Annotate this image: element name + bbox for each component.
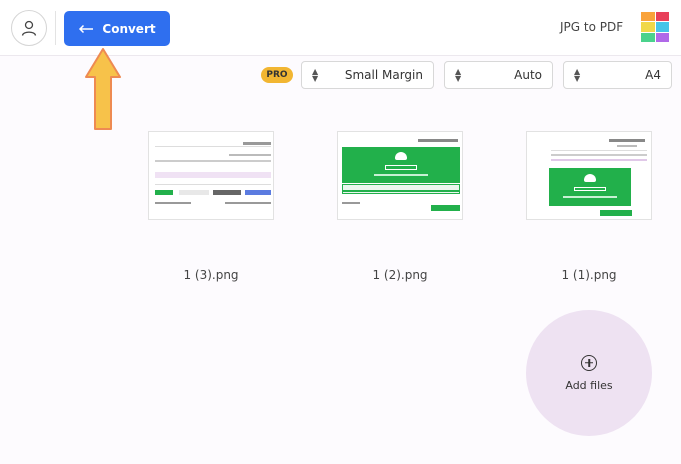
convert-button[interactable]: Convert (64, 11, 170, 46)
orientation-select[interactable]: ▲ ▼ Auto (444, 61, 553, 89)
app-title: JPG to PDF (560, 20, 624, 34)
margin-select-value: Small Margin (344, 68, 423, 82)
file-name: 1 (3).png (183, 268, 239, 282)
annotation-arrow-up-icon (85, 48, 121, 130)
convert-button-label: Convert (102, 21, 156, 36)
header-divider (55, 11, 56, 45)
plus-circle-icon (581, 354, 597, 371)
file-name: 1 (1).png (561, 268, 617, 282)
select-arrows-icon: ▲ ▼ (455, 67, 462, 83)
margin-select[interactable]: ▲ ▼ Small Margin (301, 61, 434, 89)
page-size-select-value: A4 (645, 68, 661, 82)
file-thumbnail (148, 131, 274, 220)
pro-badge: PRO (261, 67, 293, 83)
add-files-button[interactable]: Add files (526, 310, 652, 436)
user-icon (21, 20, 37, 36)
arrow-left-icon (79, 24, 94, 33)
file-card[interactable] (337, 131, 463, 220)
file-thumbnail (526, 131, 652, 220)
select-arrows-icon: ▲ ▼ (574, 67, 581, 83)
file-thumbnail (337, 131, 463, 220)
orientation-select-value: Auto (514, 68, 542, 82)
file-name: 1 (2).png (372, 268, 428, 282)
page-size-select[interactable]: ▲ ▼ A4 (563, 61, 672, 89)
app-logo-icon (641, 12, 669, 42)
file-card[interactable] (526, 131, 652, 220)
file-card[interactable] (148, 131, 274, 220)
add-files-label: Add files (565, 378, 613, 392)
user-avatar[interactable] (11, 10, 47, 46)
select-arrows-icon: ▲ ▼ (312, 67, 319, 83)
